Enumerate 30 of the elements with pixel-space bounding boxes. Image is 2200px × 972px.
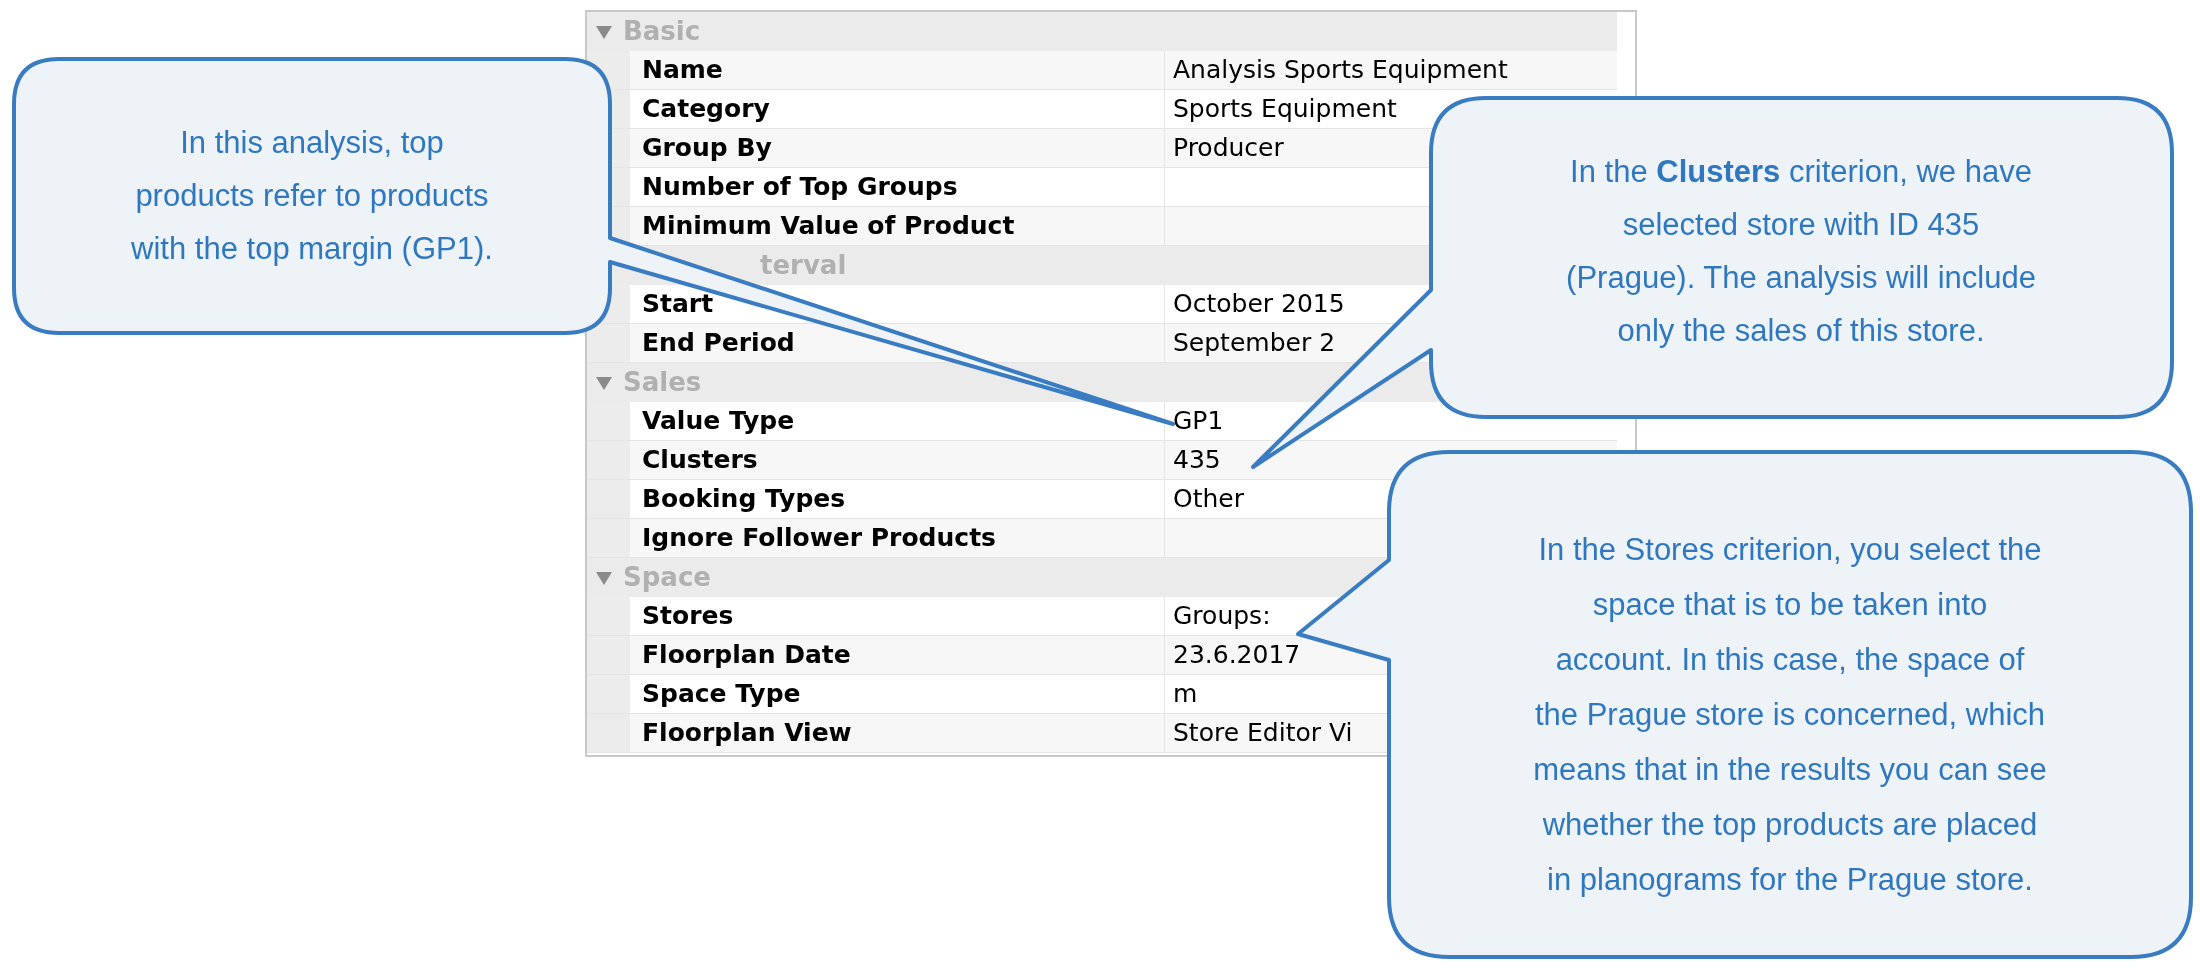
group-label: Space — [623, 561, 711, 594]
property-name: Floorplan Date — [630, 636, 1165, 674]
group-label: Basic — [623, 15, 701, 48]
property-value[interactable]: Groups: — [1173, 597, 1271, 635]
callout-text: In this analysis, top products refer to products with the top margin (GP1). — [131, 124, 493, 268]
property-value[interactable]: October 2015 — [1173, 285, 1345, 323]
property-value[interactable]: Producer — [1173, 129, 1284, 167]
group-label: terval — [760, 249, 847, 282]
property-name: Space Type — [630, 675, 1165, 713]
property-name: Group By — [630, 129, 1165, 167]
property-value[interactable]: 435 — [1173, 441, 1221, 479]
property-value[interactable]: Store Editor Vi — [1173, 714, 1353, 752]
callout-text: In the Stores criterion, you select the space that is to be taken into account. In this case, the space of the Prague store is concerned, which means that in the results you can see whether the top products are placed in planograms for the Prague store. — [1533, 531, 2047, 899]
property-name: Ignore Follower Products — [630, 519, 1165, 557]
property-value[interactable]: Other — [1173, 480, 1244, 518]
property-name: Floorplan View — [630, 714, 1165, 752]
property-name: Clusters — [630, 441, 1165, 479]
property-value[interactable]: Analysis Sports Equipment — [1173, 51, 1508, 89]
group-label: Sales — [623, 366, 702, 399]
property-value[interactable]: Sports Equipment — [1173, 90, 1397, 128]
property-value[interactable]: m — [1173, 675, 1198, 713]
property-name: Category — [630, 90, 1165, 128]
property-value[interactable]: September 2 — [1173, 324, 1336, 362]
property-value[interactable]: 23.6.2017 — [1173, 636, 1301, 674]
callout-text: In the Clusters criterion, we have selected store with ID 435 (Prague). The analysis will include only the sales of this store. — [1566, 153, 2036, 350]
property-name: Booking Types — [630, 480, 1165, 518]
property-value[interactable]: GP1 — [1173, 402, 1224, 440]
property-name: Number of Top Groups — [630, 168, 1165, 206]
property-name: Stores — [630, 597, 1165, 635]
property-name: Name — [630, 51, 1165, 89]
